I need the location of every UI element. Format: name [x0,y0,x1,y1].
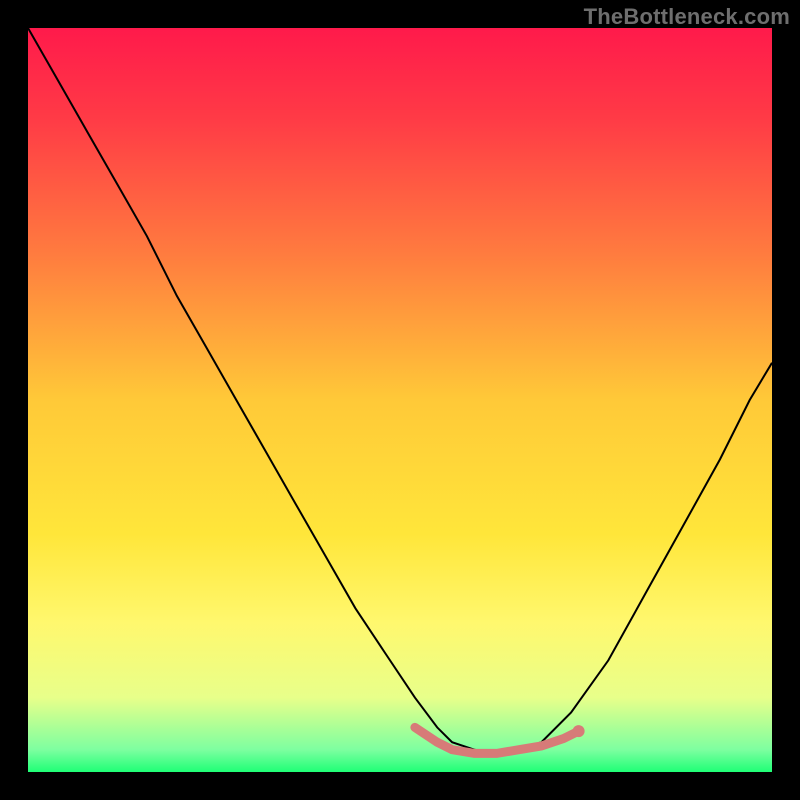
chart-frame: TheBottleneck.com [0,0,800,800]
watermark-label: TheBottleneck.com [584,4,790,30]
chart-svg [28,28,772,772]
optimal-end-dot [573,725,585,737]
gradient-background [28,28,772,772]
plot-area [28,28,772,772]
